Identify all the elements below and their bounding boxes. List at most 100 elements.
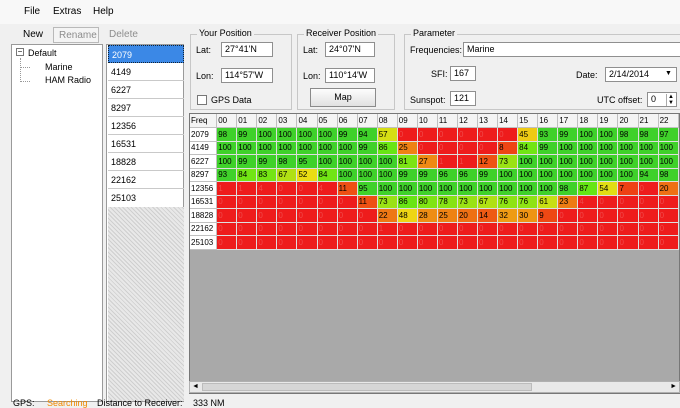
grid-cell[interactable]: 100 xyxy=(236,141,258,155)
grid-cell[interactable]: 0 xyxy=(437,222,458,236)
grid-cell[interactable]: 98 xyxy=(276,154,298,169)
frequencies-field[interactable]: Marine xyxy=(463,42,680,57)
grid-cell[interactable]: 0 xyxy=(658,195,679,209)
grid-cell[interactable]: 0 xyxy=(638,195,659,209)
grid-cell[interactable]: 100 xyxy=(377,168,398,182)
grid-cell[interactable]: 98 xyxy=(638,127,659,142)
grid-cell[interactable]: 96 xyxy=(457,168,479,182)
grid-cell[interactable]: 0 xyxy=(517,222,539,236)
sfi-field[interactable]: 167 xyxy=(450,66,476,81)
grid-cell[interactable]: 100 xyxy=(537,168,559,182)
grid-cell[interactable]: 100 xyxy=(537,181,559,196)
grid-cell[interactable]: 1 xyxy=(377,222,398,236)
grid-cell[interactable]: 100 xyxy=(497,181,519,196)
grid-cell[interactable]: 0 xyxy=(638,181,659,196)
grid-cell[interactable]: 0 xyxy=(397,235,418,250)
grid-cell[interactable]: 98 xyxy=(617,127,639,142)
grid-cell[interactable]: 99 xyxy=(537,141,559,155)
grid-cell[interactable]: 0 xyxy=(236,195,258,209)
grid-cell[interactable]: 76 xyxy=(517,195,539,209)
grid-cell[interactable]: 100 xyxy=(276,141,298,155)
grid-cell[interactable]: 0 xyxy=(296,235,318,250)
grid-cell[interactable]: 0 xyxy=(256,222,278,236)
grid-cell[interactable]: 100 xyxy=(296,141,318,155)
grid-cell[interactable]: 100 xyxy=(477,181,499,196)
grid-cell[interactable]: 73 xyxy=(457,195,479,209)
grid-cell[interactable]: 100 xyxy=(638,154,659,169)
scroll-right-icon[interactable]: ► xyxy=(670,383,677,390)
frequency-list-item[interactable]: 16531 xyxy=(108,135,184,153)
grid-cell[interactable]: 0 xyxy=(457,127,479,142)
grid-cell[interactable]: 99 xyxy=(397,168,418,182)
grid-cell[interactable]: 1 xyxy=(437,154,458,169)
grid-cell[interactable]: 93 xyxy=(537,127,559,142)
grid-cell[interactable]: 99 xyxy=(236,154,258,169)
grid-cell[interactable]: 0 xyxy=(617,208,639,223)
grid-cell[interactable]: 52 xyxy=(296,168,318,182)
grid-cell[interactable]: 100 xyxy=(216,154,238,169)
grid-cell[interactable]: 8 xyxy=(497,141,519,155)
grid-cell[interactable]: 0 xyxy=(317,235,338,250)
grid-cell[interactable]: 67 xyxy=(477,195,499,209)
new-button[interactable]: New xyxy=(23,29,43,40)
grid-cell[interactable]: 0 xyxy=(557,208,579,223)
grid-cell[interactable]: 0 xyxy=(337,208,358,223)
grid-cell[interactable]: 0 xyxy=(437,235,458,250)
grid-cell[interactable]: 0 xyxy=(497,222,519,236)
spinner-icon[interactable]: ▲ ▼ xyxy=(666,94,675,106)
grid-cell[interactable]: 97 xyxy=(658,127,679,142)
grid-cell[interactable]: 80 xyxy=(417,195,438,209)
grid-cell[interactable]: 4 xyxy=(256,181,278,196)
grid-cell[interactable]: 0 xyxy=(216,222,238,236)
grid-cell[interactable]: 27 xyxy=(417,154,438,169)
grid-cell[interactable]: 0 xyxy=(337,195,358,209)
frequency-list-item[interactable]: 18828 xyxy=(108,153,184,171)
grid-cell[interactable]: 0 xyxy=(557,235,579,250)
grid-cell[interactable]: 22 xyxy=(377,208,398,223)
table-row[interactable]: 12356 1 1 4 0 0 4 11 95 100 100 100 100 100 100 100 100 1… xyxy=(190,181,679,196)
grid-cell[interactable]: 86 xyxy=(377,141,398,155)
grid-cell[interactable]: 0 xyxy=(477,235,499,250)
grid-cell[interactable]: 100 xyxy=(597,127,619,142)
grid-cell[interactable]: 0 xyxy=(296,195,318,209)
grid-cell[interactable]: 0 xyxy=(597,222,619,236)
grid-cell[interactable]: 100 xyxy=(377,154,398,169)
grid-cell[interactable]: 0 xyxy=(236,222,258,236)
profile-tree[interactable]: − Default Marine HAM Radio xyxy=(11,44,103,402)
grid-cell[interactable]: 0 xyxy=(577,235,599,250)
grid-cell[interactable]: 0 xyxy=(638,208,659,223)
delete-button[interactable]: Delete xyxy=(109,29,138,40)
table-row[interactable]: 16531 0 0 0 0 0 0 0 11 73 86 80 78 73 67 76 76 61 23 4 0 0 0 0 xyxy=(190,195,679,209)
grid-cell[interactable]: 94 xyxy=(638,168,659,182)
grid-cell[interactable]: 0 xyxy=(276,235,298,250)
grid-cell[interactable]: 94 xyxy=(357,127,378,142)
sunspot-field[interactable]: 121 xyxy=(450,91,476,106)
receiver-lon-field[interactable]: 110°14'W xyxy=(325,68,375,83)
grid-cell[interactable]: 100 xyxy=(577,154,599,169)
grid-cell[interactable]: 20 xyxy=(457,208,479,223)
map-button[interactable]: Map xyxy=(310,88,376,107)
grid-cell[interactable]: 100 xyxy=(577,168,599,182)
grid-cell[interactable]: 100 xyxy=(557,141,579,155)
grid-cell[interactable]: 61 xyxy=(537,195,559,209)
grid-cell[interactable]: 100 xyxy=(397,181,418,196)
grid-cell[interactable]: 0 xyxy=(317,208,338,223)
grid-cell[interactable]: 84 xyxy=(517,141,539,155)
grid-cell[interactable]: 0 xyxy=(317,222,338,236)
grid-cell[interactable]: 67 xyxy=(276,168,298,182)
grid-cell[interactable]: 99 xyxy=(357,141,378,155)
grid-cell[interactable]: 23 xyxy=(557,195,579,209)
grid-cell[interactable]: 100 xyxy=(617,154,639,169)
table-row[interactable]: 4149 100 100 100 100 100 100 100 99 86 25 0 0 0 0 8 84 99… xyxy=(190,141,679,155)
grid-cell[interactable]: 0 xyxy=(617,222,639,236)
grid-cell[interactable]: 99 xyxy=(557,127,579,142)
grid-cell[interactable]: 12 xyxy=(477,154,499,169)
grid-cell[interactable]: 0 xyxy=(597,195,619,209)
grid-cell[interactable]: 57 xyxy=(377,127,398,142)
frequency-list-item[interactable]: 2079 xyxy=(108,45,184,63)
receiver-lat-field[interactable]: 24°07'N xyxy=(325,42,375,57)
frequency-list-item[interactable]: 4149 xyxy=(108,63,184,81)
grid-cell[interactable]: 0 xyxy=(617,195,639,209)
grid-cell[interactable]: 0 xyxy=(276,222,298,236)
grid-cell[interactable]: 54 xyxy=(597,181,619,196)
